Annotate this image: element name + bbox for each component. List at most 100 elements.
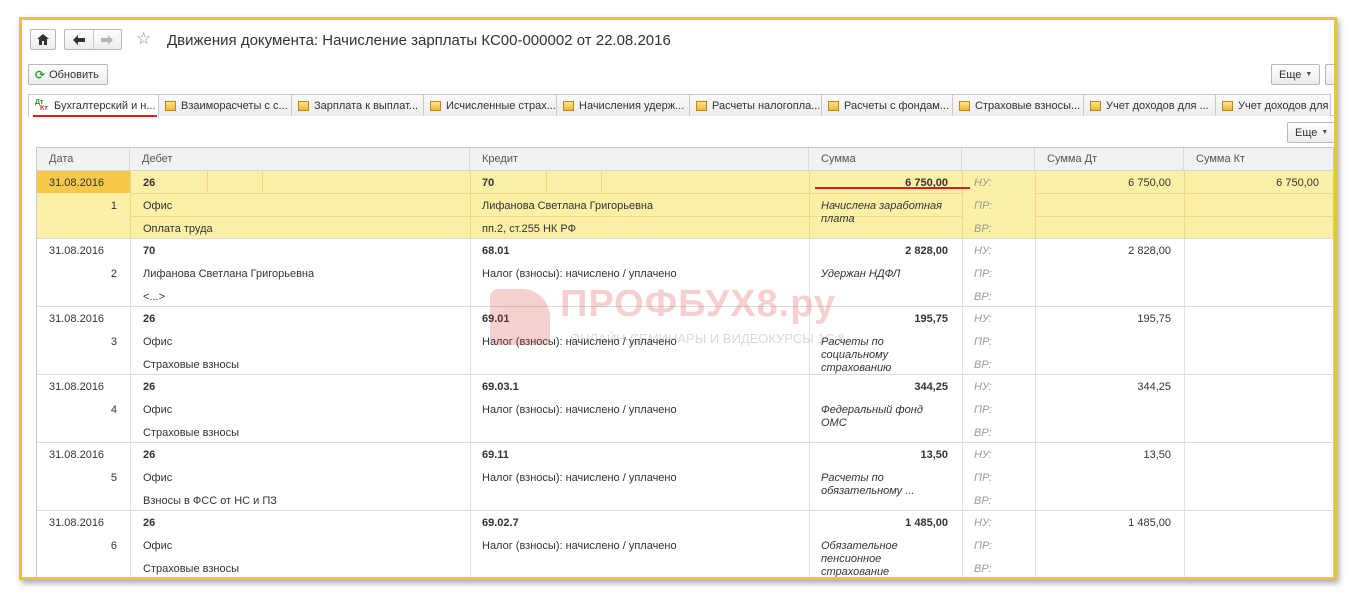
- refresh-label: Обновить: [49, 68, 99, 81]
- vr-label: ВР:: [974, 291, 992, 303]
- pr-label: ПР:: [974, 472, 993, 484]
- sum-dt: 6 750,00: [1128, 177, 1171, 189]
- col-sum-dt[interactable]: Сумма Дт: [1035, 148, 1184, 171]
- tab-label: Расчеты налогопла...: [712, 99, 821, 112]
- tab-label: Учет доходов для ...: [1238, 99, 1331, 112]
- debit-subconto-2: <...>: [143, 291, 166, 303]
- debit-subconto-2: Взносы в ФСС от НС и ПЗ: [143, 495, 277, 507]
- tab-insurance-contributions[interactable]: Страховые взносы...: [952, 94, 1084, 116]
- tab-accounting[interactable]: Дт Кт Бухгалтерский и н...: [28, 94, 159, 117]
- col-credit[interactable]: Кредит: [470, 148, 809, 171]
- column-divider: [962, 171, 963, 239]
- sum-kt: 6 750,00: [1276, 177, 1319, 189]
- navigation-buttons: [64, 29, 122, 50]
- row-number: 2: [110, 268, 117, 280]
- vr-label: ВР:: [974, 495, 992, 507]
- column-divider: [130, 239, 131, 307]
- row-subline-separator: [130, 193, 962, 194]
- col-date[interactable]: Дата: [37, 148, 130, 171]
- nu-label: НУ:: [974, 177, 992, 189]
- back-button[interactable]: [65, 30, 93, 49]
- debit-subconto-1: Офис: [143, 200, 173, 212]
- tab-label: Начисления удерж...: [579, 99, 685, 112]
- subconto-divider: [262, 171, 263, 193]
- nu-label: НУ:: [974, 517, 992, 529]
- row-content: Удержан НДФЛ: [821, 268, 901, 280]
- column-divider: [1184, 375, 1185, 443]
- table-row[interactable]: 31.08.2016 1 26 Офис Оплата труда 70 Лифанова …: [37, 171, 1333, 239]
- register-icon: [298, 100, 309, 111]
- vr-label: ВР:: [974, 563, 992, 575]
- col-sum-kt[interactable]: Сумма Кт: [1184, 148, 1333, 171]
- register-icon: [959, 100, 970, 111]
- subconto-divider: [546, 171, 547, 193]
- subconto-divider: [207, 171, 208, 193]
- pr-label: ПР:: [974, 200, 993, 212]
- col-sum[interactable]: Сумма: [809, 148, 962, 171]
- postings-table: Дата Дебет Кредит Сумма Сумма Дт Сумма К…: [36, 147, 1334, 577]
- column-divider: [962, 511, 963, 577]
- column-divider: [1184, 307, 1185, 375]
- pr-label: ПР:: [974, 540, 993, 552]
- debit-account: 26: [143, 313, 156, 325]
- debit-subconto-1: Офис: [143, 404, 173, 416]
- refresh-icon: ⟳: [35, 67, 46, 82]
- sum-dt: 344,25: [1137, 381, 1171, 393]
- table-row[interactable]: 31.08.2016 6 26 Офис Страховые взносы 69.02.7…: [37, 511, 1333, 577]
- sum-dt: 2 828,00: [1128, 245, 1171, 257]
- tab-salary-payable[interactable]: Зарплата к выплат...: [291, 94, 424, 116]
- row-content: Расчеты по социальному страхованию: [821, 336, 892, 374]
- tab-taxpayer-settlements[interactable]: Расчеты налогопла...: [689, 94, 822, 116]
- tab-calculated-insurance[interactable]: Исчисленные страх...: [423, 94, 557, 116]
- table-row[interactable]: 31.08.2016 5 26 Офис Взносы в ФСС от НС и ПЗ…: [37, 443, 1333, 511]
- table-more-button[interactable]: Еще ▼: [1287, 122, 1334, 143]
- column-divider: [1184, 511, 1185, 577]
- column-divider: [470, 375, 471, 443]
- column-divider: [470, 239, 471, 307]
- column-divider: [962, 307, 963, 375]
- row-sum: 195,75: [914, 313, 948, 325]
- row-date: 31.08.2016: [49, 449, 105, 461]
- row-date: 31.08.2016: [49, 517, 105, 529]
- help-button[interactable]: [1325, 64, 1334, 85]
- row-sum: 13,50: [920, 449, 948, 461]
- row-number: 4: [110, 404, 117, 416]
- register-icon: [828, 100, 839, 111]
- column-divider: [470, 511, 471, 577]
- column-divider: [1184, 239, 1185, 307]
- home-button[interactable]: [30, 29, 56, 50]
- tab-income-accounting-1[interactable]: Учет доходов для ...: [1083, 94, 1216, 116]
- column-divider: [130, 171, 131, 239]
- col-accounting-type: [962, 148, 1035, 171]
- sum-dt: 1 485,00: [1128, 517, 1171, 529]
- row-sum: 2 828,00: [905, 245, 948, 257]
- column-divider: [1184, 443, 1185, 511]
- debit-account: 70: [143, 245, 156, 257]
- tab-settlements[interactable]: Взаиморасчеты с с...: [158, 94, 292, 116]
- window-title: Движения документа: Начисление зарплаты …: [167, 32, 671, 49]
- register-icon: [1090, 100, 1101, 111]
- table-row[interactable]: 31.08.2016 4 26 Офис Страховые взносы 69.03.1…: [37, 375, 1333, 443]
- col-debit[interactable]: Дебет: [130, 148, 470, 171]
- table-row[interactable]: 31.08.2016 3 26 Офис Страховые взносы 69.01 На…: [37, 307, 1333, 375]
- more-button[interactable]: Еще ▼: [1271, 64, 1321, 85]
- debit-subconto-2: Страховые взносы: [143, 563, 239, 575]
- nu-label: НУ:: [974, 245, 992, 257]
- forward-button[interactable]: [92, 30, 121, 49]
- refresh-button[interactable]: ⟳ Обновить: [28, 64, 108, 85]
- tab-accruals-deductions[interactable]: Начисления удерж...: [556, 94, 690, 116]
- debit-account: 26: [143, 449, 156, 461]
- row-content: Начислена заработная плата: [821, 200, 943, 225]
- favorite-star-icon[interactable]: ☆: [136, 30, 151, 48]
- nu-label: НУ:: [974, 449, 992, 461]
- nu-label: НУ:: [974, 381, 992, 393]
- sum-dt: 195,75: [1137, 313, 1171, 325]
- table-row[interactable]: 31.08.2016 2 70 Лифанова Светлана Григорьев…: [37, 239, 1333, 307]
- title-bar: ☆ Движения документа: Начисление зарплат…: [22, 20, 1334, 60]
- credit-account: 69.11: [482, 449, 509, 461]
- tab-income-accounting-2[interactable]: Учет доходов для ...: [1215, 94, 1331, 116]
- tab-highlight-underline: [33, 115, 157, 117]
- row-date: 31.08.2016: [49, 245, 105, 257]
- tab-fund-settlements[interactable]: Расчеты с фондам...: [821, 94, 953, 116]
- debit-account: 26: [143, 381, 156, 393]
